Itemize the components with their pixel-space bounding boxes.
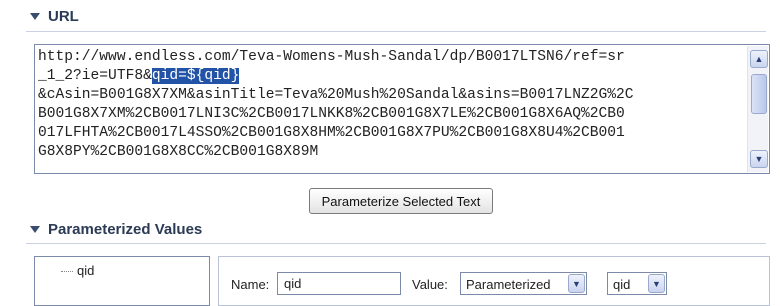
scroll-up-arrow-icon[interactable]: ▲ xyxy=(750,50,768,68)
parameter-details-panel: Name: qid Value: Parameterized ▼ qid ▼ xyxy=(218,256,770,306)
parameterized-values-title: Parameterized Values xyxy=(48,221,203,238)
url-line: G8X8PY%2CB001G8X8CC%2CB001G8X89M xyxy=(38,143,743,162)
url-text-segment: G8X8PY%2CB001G8X8CC%2CB001G8X89M xyxy=(38,144,319,160)
url-text-segment: http://www.endless.com/Teva-Womens-Mush-… xyxy=(38,49,625,65)
url-text-segment: B001G8X7XM%2CB0017LNI3C%2CB0017LNKK8%2CB… xyxy=(38,106,625,122)
parameterized-values-divider xyxy=(26,243,766,244)
selected-text: qid=${qid} xyxy=(151,68,240,84)
parameter-list[interactable]: qid xyxy=(34,256,210,306)
url-line: http://www.endless.com/Teva-Womens-Mush-… xyxy=(38,48,743,67)
name-label: Name: xyxy=(231,277,270,292)
list-item-label: qid xyxy=(77,263,95,278)
value-label: Value: xyxy=(412,277,448,292)
parameterized-values-section-header[interactable]: Parameterized Values xyxy=(0,221,780,238)
collapse-triangle-icon[interactable] xyxy=(30,226,40,233)
url-text-segment: _1_2?ie=UTF8& xyxy=(38,68,152,84)
url-line: B001G8X7XM%2CB0017LNI3C%2CB0017LNKK8%2CB… xyxy=(38,105,743,124)
vertical-scrollbar[interactable]: ▲ ▼ xyxy=(747,46,768,172)
parameter-select[interactable]: qid ▼ xyxy=(607,272,667,295)
chevron-down-icon[interactable]: ▼ xyxy=(648,274,665,293)
url-line: _1_2?ie=UTF8&qid=${qid} xyxy=(38,67,743,86)
scroll-down-arrow-icon[interactable]: ▼ xyxy=(750,150,768,168)
url-line: 017LFHTA%2CB0017L4SSO%2CB001G8X8HM%2CB00… xyxy=(38,124,743,143)
list-item[interactable]: qid xyxy=(61,263,94,278)
chevron-down-icon[interactable]: ▼ xyxy=(568,274,585,293)
url-section-title: URL xyxy=(48,8,79,25)
parameterize-selected-text-button[interactable]: Parameterize Selected Text xyxy=(309,188,493,214)
value-type-select[interactable]: Parameterized ▼ xyxy=(460,272,587,295)
url-line: &cAsin=B001G8X7XM&asinTitle=Teva%20Mush%… xyxy=(38,86,743,105)
collapse-triangle-icon[interactable] xyxy=(30,13,40,20)
tree-connector xyxy=(61,271,73,273)
url-textarea[interactable]: http://www.endless.com/Teva-Womens-Mush-… xyxy=(34,44,770,174)
url-text-segment: 017LFHTA%2CB0017L4SSO%2CB001G8X8HM%2CB00… xyxy=(38,125,625,141)
url-text[interactable]: http://www.endless.com/Teva-Womens-Mush-… xyxy=(38,48,743,168)
url-text-segment: &cAsin=B001G8X7XM&asinTitle=Teva%20Mush%… xyxy=(38,87,634,103)
url-section-divider xyxy=(26,31,766,32)
value-type-selected: Parameterized xyxy=(466,277,551,292)
name-field[interactable]: qid xyxy=(277,272,401,295)
url-section-header[interactable]: URL xyxy=(0,8,780,25)
parameter-selected: qid xyxy=(613,277,631,292)
scrollbar-thumb[interactable] xyxy=(751,74,767,114)
